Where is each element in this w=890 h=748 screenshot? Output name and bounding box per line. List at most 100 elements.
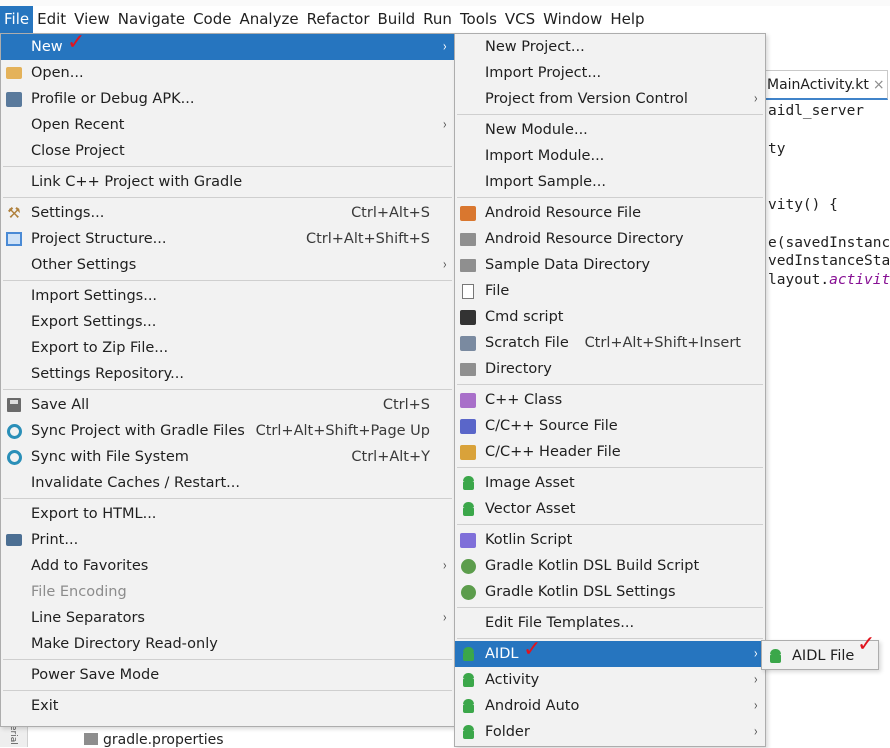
menu-separator xyxy=(457,607,763,608)
menu-item-label: Import Settings... xyxy=(31,288,158,304)
menu-item-exit[interactable]: Exit xyxy=(1,693,454,719)
menu-item-scratch-file[interactable]: Scratch File Ctrl+Alt+Shift+Insert xyxy=(455,330,765,356)
menu-item-gradle-kotlin-dsl-build-script[interactable]: Gradle Kotlin DSL Build Script xyxy=(455,553,765,579)
menubar-view[interactable]: View xyxy=(70,6,114,33)
menu-item-android-resource-file[interactable]: Android Resource File xyxy=(455,200,765,226)
menu-item-image-asset[interactable]: Image Asset xyxy=(455,470,765,496)
menu-item-icon xyxy=(459,645,477,663)
menubar-code[interactable]: Code xyxy=(189,6,235,33)
android-icon xyxy=(461,698,476,714)
menu-item-cmd-script[interactable]: Cmd script xyxy=(455,304,765,330)
menu-item-make-directory-read-only[interactable]: Make Directory Read-only xyxy=(1,631,454,657)
menubar-run[interactable]: Run xyxy=(419,6,456,33)
menu-item-icon xyxy=(5,531,23,549)
menu-item-settings-repository[interactable]: Settings Repository... xyxy=(1,361,454,387)
project-tree-item[interactable]: gradle.properties xyxy=(84,732,224,748)
menu-item-label: Exit xyxy=(31,698,59,714)
code-line: ty xyxy=(768,141,786,157)
menu-item-open-recent[interactable]: Open Recent › xyxy=(1,112,454,138)
chevron-right-icon: › xyxy=(754,646,759,662)
menu-item-settings[interactable]: ⚒ Settings... Ctrl+Alt+S xyxy=(1,200,454,226)
code-line: aidl_server xyxy=(768,103,865,119)
menu-item-c-c-header-file[interactable]: C/C++ Header File xyxy=(455,439,765,465)
menu-item-label: Android Resource Directory xyxy=(485,231,684,247)
menu-item-folder[interactable]: Folder › xyxy=(455,719,765,745)
code-line: vedInstanceSta xyxy=(768,253,890,269)
menu-item-import-project[interactable]: Import Project... xyxy=(455,60,765,86)
menu-item-icon xyxy=(5,396,23,414)
menu-item-file[interactable]: File xyxy=(455,278,765,304)
menu-item-open[interactable]: Open... xyxy=(1,60,454,86)
menu-item-profile-or-debug-apk[interactable]: Profile or Debug APK... xyxy=(1,86,454,112)
menu-item-invalidate-caches-restart[interactable]: Invalidate Caches / Restart... xyxy=(1,470,454,496)
menu-item-c-c-source-file[interactable]: C/C++ Source File xyxy=(455,413,765,439)
menu-item-label: Gradle Kotlin DSL Build Script xyxy=(485,558,700,574)
menu-item-activity[interactable]: Activity › xyxy=(455,667,765,693)
menu-item-export-settings[interactable]: Export Settings... xyxy=(1,309,454,335)
chevron-right-icon: › xyxy=(754,698,759,714)
menu-item-new-module[interactable]: New Module... xyxy=(455,117,765,143)
menu-item-label: Settings Repository... xyxy=(31,366,184,382)
menubar-refactor[interactable]: Refactor xyxy=(303,6,374,33)
editor-tab-mainactivity[interactable]: MainActivity.kt × xyxy=(762,70,888,100)
menu-item-save-all[interactable]: Save All Ctrl+S xyxy=(1,392,454,418)
folder-open-icon xyxy=(6,67,22,79)
menu-item-sync-with-file-system[interactable]: Sync with File System Ctrl+Alt+Y xyxy=(1,444,454,470)
menu-item-android-auto[interactable]: Android Auto › xyxy=(455,693,765,719)
menu-item-icon xyxy=(459,334,477,352)
menu-item-android-resource-directory[interactable]: Android Resource Directory xyxy=(455,226,765,252)
menu-item-directory[interactable]: Directory xyxy=(455,356,765,382)
menu-item-import-settings[interactable]: Import Settings... xyxy=(1,283,454,309)
menubar-navigate[interactable]: Navigate xyxy=(114,6,189,33)
menu-item-icon xyxy=(459,282,477,300)
menu-item-project-structure[interactable]: Project Structure... Ctrl+Alt+Shift+S xyxy=(1,226,454,252)
menu-item-close-project[interactable]: Close Project xyxy=(1,138,454,164)
menu-item-power-save-mode[interactable]: Power Save Mode xyxy=(1,662,454,688)
menubar-help[interactable]: Help xyxy=(606,6,648,33)
menu-item-c-class[interactable]: C++ Class xyxy=(455,387,765,413)
check-mark-icon: ✓ xyxy=(523,637,542,662)
menu-item-icon xyxy=(459,583,477,601)
menu-item-export-to-html[interactable]: Export to HTML... xyxy=(1,501,454,527)
cpp-source-icon xyxy=(460,418,476,434)
menu-item-label: Import Sample... xyxy=(485,174,606,190)
folder-icon xyxy=(460,232,476,246)
menu-item-label: Image Asset xyxy=(485,475,575,491)
menu-item-kotlin-script[interactable]: Kotlin Script xyxy=(455,527,765,553)
menubar-build[interactable]: Build xyxy=(374,6,420,33)
menu-item-print[interactable]: Print... xyxy=(1,527,454,553)
cmd-icon xyxy=(460,309,476,325)
menu-item-icon xyxy=(459,557,477,575)
menubar-analyze[interactable]: Analyze xyxy=(235,6,302,33)
gradle-sync-icon xyxy=(6,423,22,439)
menubar-vcs[interactable]: VCS xyxy=(501,6,539,33)
menu-item-line-separators[interactable]: Line Separators › xyxy=(1,605,454,631)
menu-item-import-sample[interactable]: Import Sample... xyxy=(455,169,765,195)
refresh-icon xyxy=(6,449,22,465)
menu-item-sample-data-directory[interactable]: Sample Data Directory xyxy=(455,252,765,278)
menu-item-add-to-favorites[interactable]: Add to Favorites › xyxy=(1,553,454,579)
menu-item-link-c-project-with-gradle[interactable]: Link C++ Project with Gradle xyxy=(1,169,454,195)
close-icon[interactable]: × xyxy=(873,77,885,93)
menubar-window[interactable]: Window xyxy=(539,6,606,33)
menu-item-new-project[interactable]: New Project... xyxy=(455,34,765,60)
cpp-class-icon xyxy=(460,392,476,408)
menu-item-aidl[interactable]: AIDL › xyxy=(455,641,765,667)
menu-item-other-settings[interactable]: Other Settings › xyxy=(1,252,454,278)
android-icon xyxy=(461,672,476,688)
menu-item-sync-project-with-gradle-files[interactable]: Sync Project with Gradle Files Ctrl+Alt+S… xyxy=(1,418,454,444)
menu-item-vector-asset[interactable]: Vector Asset xyxy=(455,496,765,522)
menu-item-label: Cmd script xyxy=(485,309,564,325)
menu-item-label: Sync with File System xyxy=(31,449,189,465)
left-tool-gutter[interactable]: erial xyxy=(0,725,28,747)
menu-item-project-from-version-control[interactable]: Project from Version Control › xyxy=(455,86,765,112)
menubar-tools[interactable]: Tools xyxy=(456,6,501,33)
menu-item-gradle-kotlin-dsl-settings[interactable]: Gradle Kotlin DSL Settings xyxy=(455,579,765,605)
menu-separator xyxy=(3,690,452,691)
menubar-file[interactable]: File xyxy=(0,6,34,33)
menu-item-edit-file-templates[interactable]: Edit File Templates... xyxy=(455,610,765,636)
menu-item-export-to-zip-file[interactable]: Export to Zip File... xyxy=(1,335,454,361)
menu-item-icon xyxy=(459,204,477,222)
menubar-edit[interactable]: Edit xyxy=(33,6,70,33)
menu-item-import-module[interactable]: Import Module... xyxy=(455,143,765,169)
